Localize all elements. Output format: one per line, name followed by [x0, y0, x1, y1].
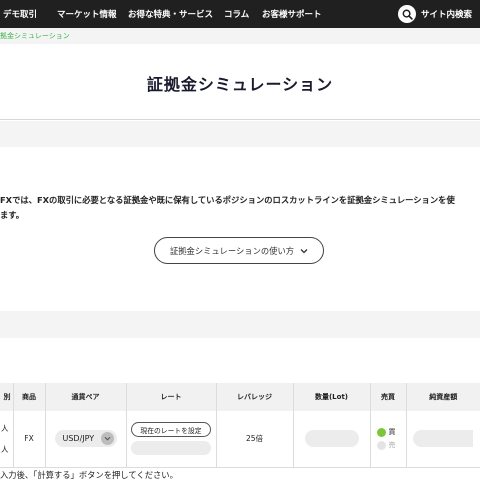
radio-selected-icon [376, 427, 386, 437]
intro-line: ます。 [0, 210, 25, 220]
buy-radio[interactable]: 買 [371, 426, 406, 439]
breadcrumb[interactable]: 拠金シミュレーション [0, 31, 70, 41]
nav-item-benefits[interactable]: お得な特典・サービス [128, 8, 213, 20]
breadcrumb-bar [0, 28, 480, 44]
section-divider [0, 311, 480, 338]
nav-item-support[interactable]: お客様サポート [262, 8, 322, 20]
net-assets-input[interactable] [412, 430, 473, 448]
type-line: 人 [1, 444, 9, 454]
header-buy-sell: 売買 [369, 383, 406, 411]
buy-label: 買 [388, 428, 396, 437]
nav-item-demo-trade[interactable]: デモ取引 [3, 8, 37, 20]
cell-buy-sell: 買 売 [369, 411, 406, 468]
rate-input[interactable] [131, 441, 211, 456]
chevron-down-icon [100, 432, 114, 446]
cell-product: FX [12, 411, 45, 468]
cell-rate: 現在のレートを設定 [125, 411, 216, 468]
intro-line: FXでは、FXの取引に必要となる証拠金や既に保有しているポジションのロスカットラ… [0, 195, 455, 205]
sell-radio[interactable]: 売 [371, 439, 406, 452]
table-row: 人 人 FX USD/JPY 現在のレートを設定 25倍 買 売 [0, 411, 480, 468]
site-search-button[interactable]: サイト内検索 [398, 3, 472, 25]
intro-text: FXでは、FXの取引に必要となる証拠金や既に保有しているポジションのロスカットラ… [0, 193, 480, 223]
set-current-rate-button[interactable]: 現在のレートを設定 [131, 422, 211, 438]
nav-item-market-info[interactable]: マーケット情報 [57, 8, 117, 20]
currency-pair-value: USD/JPY [62, 434, 95, 444]
chevron-down-icon [300, 246, 308, 256]
header-quantity: 数量(Lot) [292, 383, 370, 411]
cell-currency-pair: USD/JPY [44, 411, 126, 468]
header-type: 別 [0, 383, 13, 411]
simulation-table: 別 商品 通貨ペア レート レバレッジ 数量(Lot) 売買 純資産額 人 人 … [0, 383, 480, 468]
top-navigation: デモ取引 マーケット情報 お得な特典・サービス コラム お客様サポート サイト内… [0, 0, 480, 28]
howto-button[interactable]: 証拠金シミュレーションの使い方 [154, 237, 324, 264]
howto-button-label: 証拠金シミュレーションの使い方 [169, 245, 295, 256]
header-product: 商品 [12, 383, 45, 411]
instruction-text: 入力後、「計算する」ボタンを押してください。 [0, 470, 178, 480]
nav-item-column[interactable]: コラム [224, 8, 249, 20]
currency-pair-select[interactable]: USD/JPY [54, 430, 117, 448]
sell-label: 売 [388, 441, 396, 450]
quantity-input[interactable] [304, 430, 359, 448]
search-icon [398, 5, 416, 23]
header-rate: レート [125, 383, 216, 411]
cell-net-assets [405, 411, 480, 468]
cell-leverage: 25倍 [215, 411, 293, 468]
radio-unselected-icon [376, 440, 386, 450]
cell-quantity [292, 411, 370, 468]
type-line: 人 [1, 423, 9, 433]
header-currency-pair: 通貨ペア [44, 383, 126, 411]
site-search-label: サイト内検索 [421, 10, 473, 20]
section-divider [0, 121, 480, 147]
page-title: 証拠金シミュレーション [146, 75, 334, 94]
header-leverage: レバレッジ [215, 383, 293, 411]
cell-type: 人 人 [0, 411, 13, 468]
header-net-assets: 純資産額 [405, 383, 480, 411]
table-header-row: 別 商品 通貨ペア レート レバレッジ 数量(Lot) 売買 純資産額 [0, 383, 480, 411]
